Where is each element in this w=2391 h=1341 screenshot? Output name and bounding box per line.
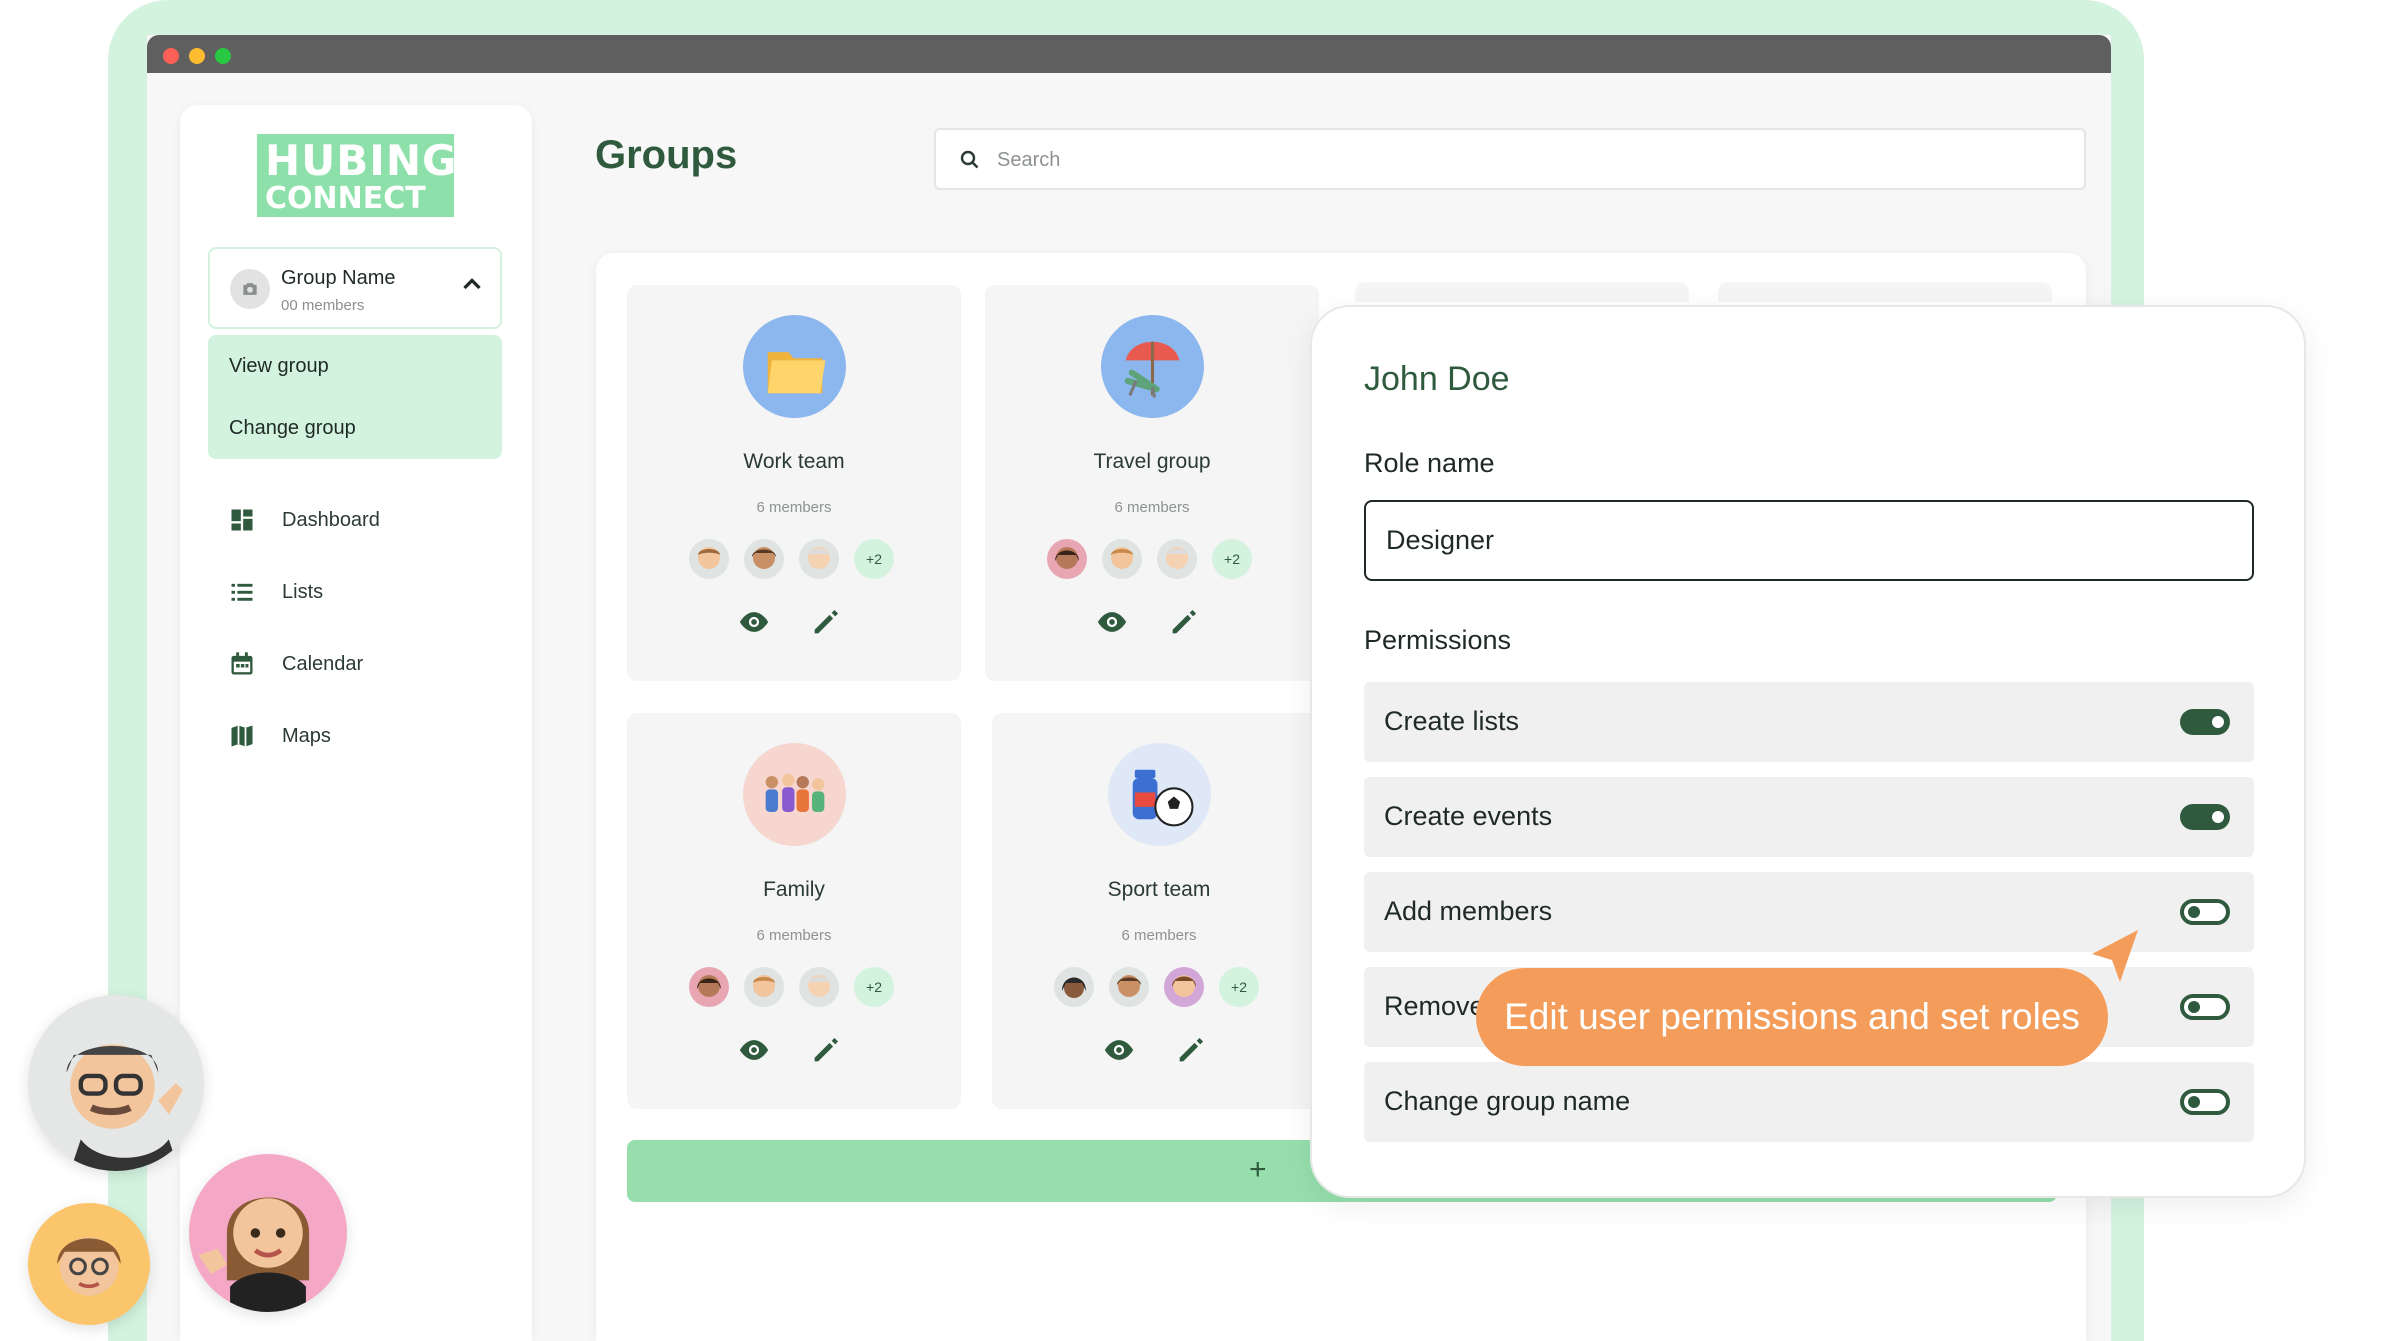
cursor-pointer-icon <box>2092 930 2138 982</box>
permission-row-change-group-name: Change group name <box>1364 1062 2254 1142</box>
role-name-input[interactable] <box>1364 500 2254 581</box>
chevron-up-icon[interactable] <box>454 267 490 303</box>
member-avatar <box>744 967 784 1007</box>
member-avatar <box>1102 539 1142 579</box>
group-member-count: 6 members <box>756 927 832 944</box>
group-card-family[interactable]: Family 6 members +2 <box>627 713 961 1109</box>
permission-label: Change group name <box>1384 1086 1631 1116</box>
eye-icon[interactable] <box>1102 1033 1136 1067</box>
permission-label: Remove <box>1384 991 1485 1021</box>
edit-pencil-icon[interactable] <box>809 1033 843 1067</box>
member-avatar <box>1054 967 1094 1007</box>
permission-label: Create events <box>1384 801 1553 831</box>
plus-icon: + <box>1249 1153 1267 1186</box>
edit-pencil-icon[interactable] <box>1167 605 1201 639</box>
search-input[interactable]: Search <box>934 128 2086 190</box>
dashboard-icon <box>231 509 253 531</box>
eye-icon[interactable] <box>737 605 771 639</box>
edit-pencil-icon[interactable] <box>809 605 843 639</box>
permission-row-create-lists: Create lists <box>1364 682 2254 762</box>
more-members-badge[interactable]: +2 <box>854 967 894 1007</box>
nav-item-calendar[interactable]: Calendar <box>228 644 478 684</box>
group-name: Sport team <box>1107 878 1211 901</box>
more-members-badge[interactable]: +2 <box>1219 967 1259 1007</box>
family-icon <box>743 743 846 846</box>
group-card-travel-group[interactable]: Travel group 6 members +2 <box>985 285 1319 681</box>
user-name: John Doe <box>1364 360 1510 398</box>
member-avatar <box>744 539 784 579</box>
group-name: Family <box>763 878 825 901</box>
member-avatar <box>1164 967 1204 1007</box>
more-members-badge[interactable]: +2 <box>854 539 894 579</box>
camera-icon <box>230 269 270 309</box>
group-name: Work team <box>743 450 845 473</box>
change-group-item[interactable]: Change group <box>229 417 356 440</box>
group-member-count: 6 members <box>1121 927 1197 944</box>
view-group-item[interactable]: View group <box>229 355 329 378</box>
member-avatar <box>799 967 839 1007</box>
memoji-woman-avatar <box>189 1154 347 1312</box>
nav-item-dashboard[interactable]: Dashboard <box>228 500 478 540</box>
member-avatar <box>689 539 729 579</box>
member-avatar <box>1109 967 1149 1007</box>
logo-line-1: HUBING <box>265 136 458 185</box>
maximize-window-dot[interactable] <box>215 48 231 64</box>
beach-chair-icon <box>1101 315 1204 418</box>
group-card-ghost <box>1718 282 2052 302</box>
sport-ball-icon <box>1108 743 1211 846</box>
member-avatar <box>1047 539 1087 579</box>
nav-label-maps: Maps <box>282 724 331 747</box>
role-name-label: Role name <box>1364 448 1495 478</box>
memoji-man-avatar <box>28 995 204 1171</box>
list-icon <box>231 583 253 601</box>
group-card-sport-team[interactable]: Sport team 6 members +2 <box>992 713 1326 1109</box>
member-avatar <box>799 539 839 579</box>
minimize-window-dot[interactable] <box>189 48 205 64</box>
memoji-woman-glasses-avatar <box>28 1203 150 1325</box>
callout-banner: Edit user permissions and set roles <box>1476 968 2108 1066</box>
group-member-count: 6 members <box>756 499 832 516</box>
group-menu: View group Change group <box>208 335 502 459</box>
more-members-badge[interactable]: +2 <box>1212 539 1252 579</box>
edit-pencil-icon[interactable] <box>1174 1033 1208 1067</box>
add-members-toggle[interactable] <box>2180 899 2230 925</box>
group-name: Travel group <box>1093 450 1211 473</box>
search-icon <box>960 150 979 169</box>
nav-item-maps[interactable]: Maps <box>228 716 478 756</box>
create-events-toggle[interactable] <box>2180 804 2230 830</box>
nav-label-calendar: Calendar <box>282 652 364 675</box>
permissions-label: Permissions <box>1364 625 1512 655</box>
permission-label: Add members <box>1384 896 1553 926</box>
folder-icon <box>743 315 846 418</box>
search-placeholder: Search <box>997 149 1061 171</box>
group-selector[interactable]: Group Name 00 members <box>208 247 502 329</box>
logo-line-2: CONNECT <box>265 181 426 216</box>
group-card-ghost <box>1355 282 1689 302</box>
nav-item-lists[interactable]: Lists <box>228 572 478 612</box>
permission-row-create-events: Create events <box>1364 777 2254 857</box>
window-titlebar <box>147 35 2111 73</box>
member-avatar <box>689 967 729 1007</box>
eye-icon[interactable] <box>1095 605 1129 639</box>
remove-toggle[interactable] <box>2180 994 2230 1020</box>
page-title: Groups <box>595 133 738 177</box>
permission-label: Create lists <box>1384 706 1520 736</box>
map-icon <box>231 725 253 747</box>
nav-label-dashboard: Dashboard <box>282 508 380 531</box>
change-group-name-toggle[interactable] <box>2180 1089 2230 1115</box>
calendar-icon <box>231 652 253 675</box>
nav-label-lists: Lists <box>282 580 324 603</box>
group-member-count: 6 members <box>1114 499 1190 516</box>
create-lists-toggle[interactable] <box>2180 709 2230 735</box>
member-avatar <box>1157 539 1197 579</box>
group-name: Group Name <box>281 267 396 289</box>
group-member-count: 00 members <box>281 297 365 314</box>
eye-icon[interactable] <box>737 1033 771 1067</box>
close-window-dot[interactable] <box>163 48 179 64</box>
group-card-work-team[interactable]: Work team 6 members +2 <box>627 285 961 681</box>
hubing-connect-logo: HUBING CONNECT <box>257 134 457 217</box>
